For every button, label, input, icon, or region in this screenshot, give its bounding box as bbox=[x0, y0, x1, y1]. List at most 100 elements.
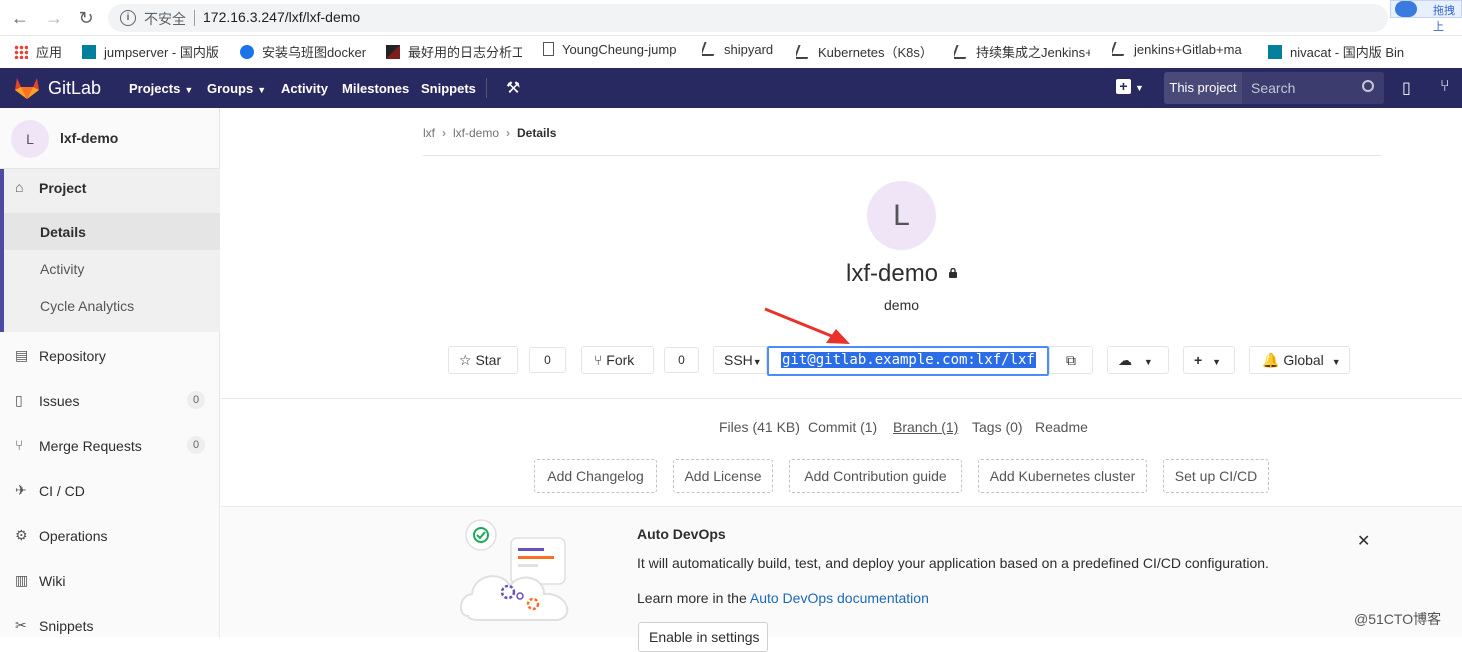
merge-requests-count-badge: 0 bbox=[187, 436, 205, 454]
search-box[interactable] bbox=[1242, 72, 1384, 104]
sidebar-subitem-cycle-analytics[interactable]: Cycle Analytics bbox=[4, 287, 220, 324]
star-button[interactable]: ☆ Star bbox=[448, 346, 518, 374]
learn-more-prefix: Learn more in the bbox=[637, 590, 750, 606]
devops-illustration-icon bbox=[460, 519, 569, 621]
nav-activity[interactable]: Activity bbox=[281, 81, 328, 96]
copy-url-button[interactable]: ⧉ bbox=[1049, 346, 1093, 374]
merge-request-icon[interactable]: ⑂ bbox=[1440, 78, 1450, 96]
watermark: @51CTO博客 bbox=[1354, 611, 1442, 627]
sidebar-subitem-details[interactable]: Details bbox=[4, 213, 220, 250]
sidebar-item-issues[interactable]: ▯ Issues 0 bbox=[0, 382, 220, 419]
snippet-icon: ✂ bbox=[15, 617, 27, 633]
set-up-ci-cd-button[interactable]: Set up CI/CD bbox=[1163, 459, 1269, 493]
auto-devops-banner bbox=[221, 506, 1462, 637]
sidebar-item-ci-cd[interactable]: ✈ CI / CD bbox=[0, 472, 220, 509]
back-arrow-icon[interactable]: ← bbox=[10, 8, 30, 28]
issues-icon[interactable]: ▯ bbox=[1402, 78, 1411, 98]
home-icon: ⌂ bbox=[15, 179, 24, 195]
bookmark-label: jumpserver - 国内版 bbox=[104, 45, 219, 60]
add-changelog-button[interactable]: Add Changelog bbox=[534, 459, 657, 493]
fork-icon: ⑂ bbox=[594, 352, 603, 368]
add-dropdown[interactable]: + ▼ bbox=[1183, 346, 1235, 374]
add-license-button[interactable]: Add License bbox=[673, 459, 773, 493]
sidebar-item-project[interactable]: ⌂ Project bbox=[0, 169, 220, 206]
bookmark-jumpserver[interactable]: jumpserver - 国内版 bbox=[82, 42, 222, 62]
bookmark-youngcheung[interactable]: YoungCheung-jump bbox=[543, 42, 683, 62]
bookmark-shipyard[interactable]: shipyard bbox=[702, 42, 782, 62]
sidebar-subitem-activity[interactable]: Activity bbox=[4, 250, 220, 287]
enable-in-settings-button[interactable]: Enable in settings bbox=[638, 622, 768, 652]
bookmark-label: YoungCheung-jump bbox=[562, 42, 677, 57]
bookmark-jenkins[interactable]: 持续集成之Jenkins+ bbox=[954, 42, 1090, 62]
bookmark-apps[interactable]: 应用 bbox=[14, 42, 74, 62]
fork-button[interactable]: ⑂ Fork bbox=[581, 346, 654, 374]
sidebar-item-label: Project bbox=[39, 180, 87, 196]
breadcrumb-details[interactable]: Details bbox=[517, 126, 556, 140]
nav-snippets[interactable]: Snippets bbox=[421, 81, 476, 96]
extension-button[interactable]: 拖拽上 bbox=[1390, 0, 1462, 33]
nav-milestones[interactable]: Milestones bbox=[342, 81, 409, 96]
clone-url-text: git@gitlab.example.com:lxf/lxf bbox=[781, 352, 1036, 368]
breadcrumb-lxf[interactable]: lxf bbox=[423, 126, 435, 140]
bookmark-kubernetes[interactable]: Kubernetes（K8s） bbox=[796, 42, 936, 62]
nav-label: Groups bbox=[207, 81, 254, 96]
v-logo-icon bbox=[386, 45, 400, 59]
sidebar-item-operations[interactable]: ⚙ Operations bbox=[0, 517, 220, 554]
nav-groups[interactable]: Groups ▼ bbox=[207, 81, 266, 96]
url-box[interactable]: i 不安全 172.16.3.247/lxf/lxf-demo bbox=[108, 4, 1388, 32]
commit-stat[interactable]: Commit (1) bbox=[808, 419, 877, 435]
caret-down-icon: ▼ bbox=[752, 357, 762, 367]
branch-stat[interactable]: Branch (1) bbox=[893, 419, 958, 435]
chevron-right-icon: › bbox=[442, 126, 446, 140]
rocket-icon: ✈ bbox=[15, 482, 27, 498]
sidebar-item-wiki[interactable]: ▥ Wiki bbox=[0, 562, 220, 599]
gitlab-logo-icon[interactable] bbox=[14, 76, 40, 100]
bookmark-log-analysis[interactable]: 最好用的日志分析工具 bbox=[386, 42, 522, 62]
breadcrumb-lxf-demo[interactable]: lxf-demo bbox=[453, 126, 499, 140]
bookmark-navicat[interactable]: nivacat - 国内版 Bin bbox=[1268, 42, 1458, 62]
bookmark-docker[interactable]: 安装乌班图docker bbox=[240, 42, 370, 62]
star-count[interactable]: 0 bbox=[529, 347, 566, 373]
sidebar-item-snippets[interactable]: ✂ Snippets bbox=[0, 607, 220, 644]
reload-icon[interactable]: ↻ bbox=[76, 8, 96, 28]
sidebar-item-label: Repository bbox=[39, 348, 106, 364]
fork-count[interactable]: 0 bbox=[664, 347, 699, 373]
sidebar-item-merge-requests[interactable]: ⑂ Merge Requests 0 bbox=[0, 427, 220, 464]
fork-label: Fork bbox=[606, 352, 635, 368]
add-contribution-guide-button[interactable]: Add Contribution guide bbox=[789, 459, 962, 493]
chevron-down-icon: ▼ bbox=[257, 85, 267, 95]
browser-address-bar: ← → ↻ i 不安全 172.16.3.247/lxf/lxf-demo 拖拽… bbox=[0, 0, 1462, 36]
page-icon bbox=[543, 42, 554, 56]
new-dropdown[interactable]: + ▼ bbox=[1116, 79, 1144, 94]
star-icon: ☆ bbox=[459, 352, 472, 368]
download-dropdown[interactable]: ☁ ▼ bbox=[1107, 346, 1169, 374]
sidebar-item-label: Details bbox=[40, 224, 86, 240]
bookmark-label: 应用 bbox=[36, 45, 63, 60]
nav-projects[interactable]: Projects ▼ bbox=[129, 81, 193, 96]
protocol-dropdown[interactable]: SSH▼ bbox=[713, 346, 767, 374]
files-stat[interactable]: Files (41 KB) bbox=[719, 419, 800, 435]
close-icon[interactable]: ✕ bbox=[1357, 531, 1370, 551]
chevron-right-icon: › bbox=[506, 126, 511, 140]
add-kubernetes-cluster-button[interactable]: Add Kubernetes cluster bbox=[978, 459, 1147, 493]
readme-stat[interactable]: Readme bbox=[1035, 419, 1088, 435]
star-label: Star bbox=[475, 352, 502, 368]
bookmark-label: Kubernetes（K8s） bbox=[818, 45, 933, 60]
info-icon[interactable]: i bbox=[120, 10, 136, 26]
url-text[interactable]: 172.16.3.247/lxf/lxf-demo bbox=[203, 9, 360, 25]
sidebar-item-repository[interactable]: ▤ Repository bbox=[0, 337, 220, 374]
notification-dropdown[interactable]: 🔔 Global ▼ bbox=[1249, 346, 1350, 374]
clone-url-input[interactable]: git@gitlab.example.com:lxf/lxf bbox=[767, 346, 1049, 376]
bookmark-jenkins-gitlab[interactable]: jenkins+Gitlab+ma bbox=[1112, 42, 1248, 62]
sidebar-project-section: ⌂ Project Details Activity Cycle Analyti… bbox=[0, 169, 220, 332]
notification-label: Global bbox=[1283, 352, 1324, 368]
gitlab-brand[interactable]: GitLab bbox=[48, 78, 101, 99]
tags-stat[interactable]: Tags (0) bbox=[972, 419, 1023, 435]
clipboard-icon: ⧉ bbox=[1066, 352, 1076, 368]
auto-devops-docs-link[interactable]: Auto DevOps documentation bbox=[750, 590, 929, 606]
sidebar-project-header[interactable]: L lxf-demo bbox=[0, 108, 220, 169]
search-scope-this-project[interactable]: This project bbox=[1164, 72, 1242, 104]
forward-arrow-icon[interactable]: → bbox=[44, 8, 64, 28]
project-sidebar: L lxf-demo ⌂ Project Details Activity Cy… bbox=[0, 108, 220, 637]
wrench-icon[interactable]: ⚒ bbox=[506, 78, 520, 98]
